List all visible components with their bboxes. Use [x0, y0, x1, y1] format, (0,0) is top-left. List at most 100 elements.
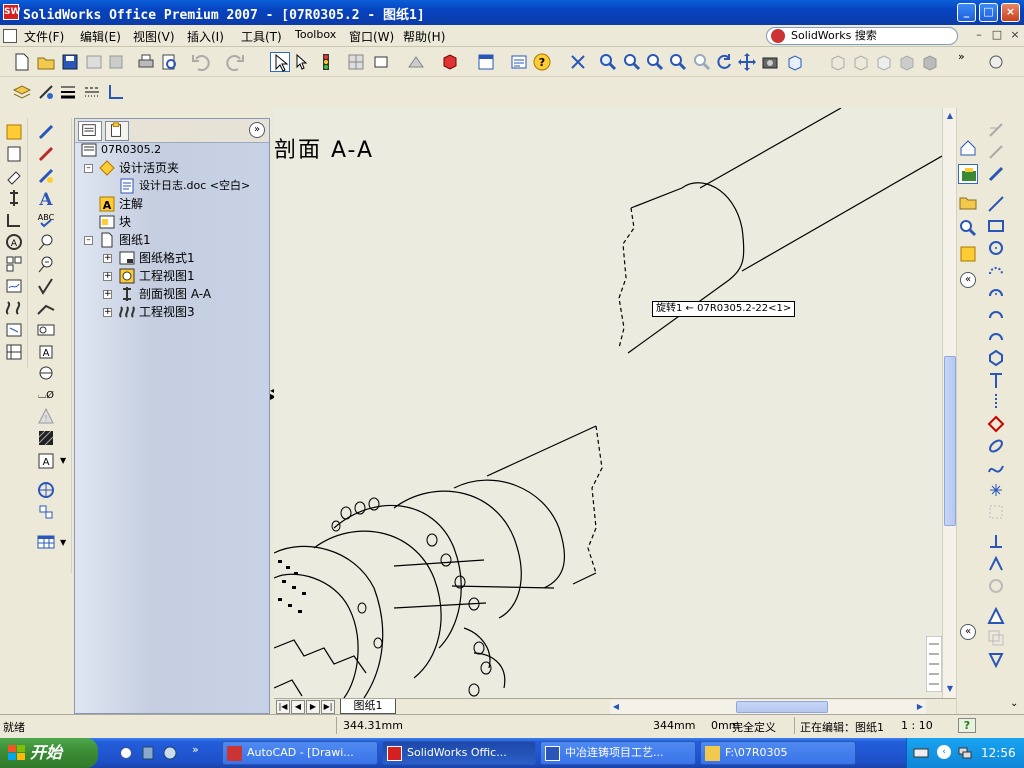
print-preview-icon[interactable]	[159, 52, 179, 72]
dimension-icon[interactable]	[986, 164, 1006, 184]
move-entities-icon[interactable]	[986, 650, 1006, 670]
search-box[interactable]: SolidWorks 搜索	[766, 27, 958, 45]
scroll-left-icon[interactable]: ◀	[610, 700, 622, 714]
menu-help[interactable]: 帮助(H)	[403, 28, 445, 45]
ie-icon[interactable]	[118, 745, 134, 761]
detail-view-icon[interactable]: A	[4, 232, 24, 252]
surface-finish-icon[interactable]	[36, 276, 56, 296]
zoom-area-icon[interactable]	[622, 52, 642, 72]
media-player-icon[interactable]	[140, 745, 156, 761]
spline-icon[interactable]	[986, 458, 1006, 478]
construction-line-icon[interactable]	[986, 392, 1006, 412]
maximize-button[interactable]: □	[979, 3, 998, 22]
model-items-icon[interactable]	[36, 144, 56, 164]
collapse-toggle[interactable]: –	[84, 236, 93, 245]
expand-panel-button[interactable]: »	[249, 122, 265, 138]
tree-item-blocks[interactable]: 块	[79, 213, 259, 231]
taskbar-clock[interactable]: 12:56	[981, 746, 1016, 760]
close-button[interactable]: ×	[1001, 3, 1020, 22]
tab-property-manager[interactable]	[105, 121, 129, 141]
new-file-icon[interactable]	[12, 52, 32, 72]
balloon-icon[interactable]	[36, 232, 56, 252]
scroll-down-icon[interactable]: ▼	[944, 682, 956, 696]
scroll-up-icon[interactable]: ▲	[944, 109, 956, 123]
centerline-icon[interactable]	[36, 502, 56, 522]
layer-icon[interactable]	[12, 82, 32, 102]
menu-toolbox[interactable]: Toolbox	[295, 28, 336, 41]
horizontal-scrollbar[interactable]: ◀ ▶	[610, 700, 926, 714]
centerline-sketch-icon[interactable]	[986, 370, 1006, 390]
table-dropdown-icon[interactable]: ▼	[60, 538, 66, 547]
tree-item-sheet1[interactable]: – 图纸1	[79, 231, 259, 249]
auxiliary-view-icon[interactable]	[4, 166, 24, 186]
note-icon[interactable]: A	[36, 188, 56, 210]
rotate-icon[interactable]	[714, 52, 734, 72]
circle-gray-icon[interactable]	[986, 576, 1006, 596]
menu-file[interactable]: 文件(F)	[24, 28, 64, 45]
pan-icon[interactable]	[737, 52, 757, 72]
zoom-selection-icon[interactable]	[668, 52, 688, 72]
offset-icon[interactable]	[986, 502, 1006, 522]
sheet-tab-sheet1[interactable]: 图纸1	[340, 699, 396, 714]
document-menu-icon[interactable]	[3, 29, 17, 43]
menu-window[interactable]: 窗口(W)	[349, 28, 394, 45]
standard-3-view-icon[interactable]	[4, 254, 24, 274]
line-thickness-icon[interactable]	[58, 82, 78, 102]
solidworks-icon[interactable]: SW	[3, 4, 20, 20]
broken-out-section-icon[interactable]	[4, 276, 24, 296]
relation-icon[interactable]	[986, 532, 1006, 552]
alternate-position-icon[interactable]	[4, 342, 24, 362]
geometric-tolerance-icon[interactable]	[36, 320, 56, 340]
spell-checker-icon[interactable]	[36, 166, 56, 186]
zoom-in-out-icon[interactable]	[645, 52, 665, 72]
home-icon[interactable]	[958, 138, 978, 158]
tree-item-design-binder[interactable]: – 设计活页夹	[79, 159, 259, 177]
camera-icon[interactable]	[760, 52, 780, 72]
tree-item-design-journal[interactable]: 设计日志.doc <空白>	[79, 177, 269, 195]
section-view-icon[interactable]	[4, 188, 24, 208]
datum-feature-icon[interactable]: A	[36, 342, 56, 362]
expand-toggle[interactable]: +	[103, 290, 112, 299]
task-word[interactable]: 中冶连铸项目工艺...	[540, 741, 696, 765]
view-layout-icon[interactable]	[476, 52, 496, 72]
search-pane-icon[interactable]	[958, 218, 978, 238]
crop-view-icon[interactable]	[4, 320, 24, 340]
toolbar-options-icon[interactable]	[986, 52, 1006, 72]
quick-launch-overflow-icon[interactable]: »	[192, 743, 199, 756]
tree-item-drawing-view3[interactable]: + 工程视图3	[79, 303, 259, 321]
center-mark-icon[interactable]	[36, 480, 56, 500]
last-sheet-button[interactable]: ▶|	[321, 700, 335, 714]
save-icon[interactable]	[60, 52, 80, 72]
print-icon[interactable]	[136, 52, 156, 72]
line-icon[interactable]	[986, 194, 1006, 214]
rectangle-icon[interactable]	[986, 216, 1006, 236]
fix-relation-icon[interactable]	[986, 554, 1006, 574]
show-desktop-icon[interactable]	[162, 745, 178, 761]
smart-dimension-icon[interactable]	[36, 122, 56, 142]
file-explorer-icon[interactable]	[958, 192, 978, 212]
horizontal-scroll-thumb[interactable]	[736, 701, 828, 713]
3-point-arc-icon[interactable]	[986, 304, 1006, 324]
scroll-right-icon[interactable]: ▶	[914, 700, 926, 714]
expand-toggle[interactable]: +	[103, 272, 112, 281]
display-style-icon[interactable]	[440, 52, 460, 72]
tangent-arc-icon[interactable]	[986, 282, 1006, 302]
mdi-minimize-button[interactable]: –	[972, 28, 986, 42]
3d-sketch-icon[interactable]	[986, 142, 1006, 162]
edge-display-icon[interactable]	[106, 82, 126, 102]
prev-sheet-button[interactable]: ◀	[291, 700, 305, 714]
snap-icon[interactable]	[372, 52, 392, 72]
next-sheet-button[interactable]: ▶	[306, 700, 320, 714]
vertical-scroll-thumb[interactable]	[944, 356, 956, 526]
task-folder[interactable]: F:\07R0305	[700, 741, 856, 765]
table-icon[interactable]	[36, 532, 56, 552]
collapse-toggle[interactable]: –	[84, 164, 93, 173]
quick-tips-button[interactable]: ?	[958, 718, 976, 733]
expand-toggle[interactable]: +	[103, 254, 112, 263]
help-icon[interactable]: ?	[532, 52, 552, 72]
hide-show-icon[interactable]	[406, 52, 426, 72]
tab-feature-manager[interactable]	[78, 121, 102, 141]
task-solidworks[interactable]: SolidWorks Offic...	[382, 741, 536, 765]
hidden-lines-removed-icon[interactable]	[874, 52, 894, 72]
sketch-icon[interactable]	[986, 120, 1006, 140]
